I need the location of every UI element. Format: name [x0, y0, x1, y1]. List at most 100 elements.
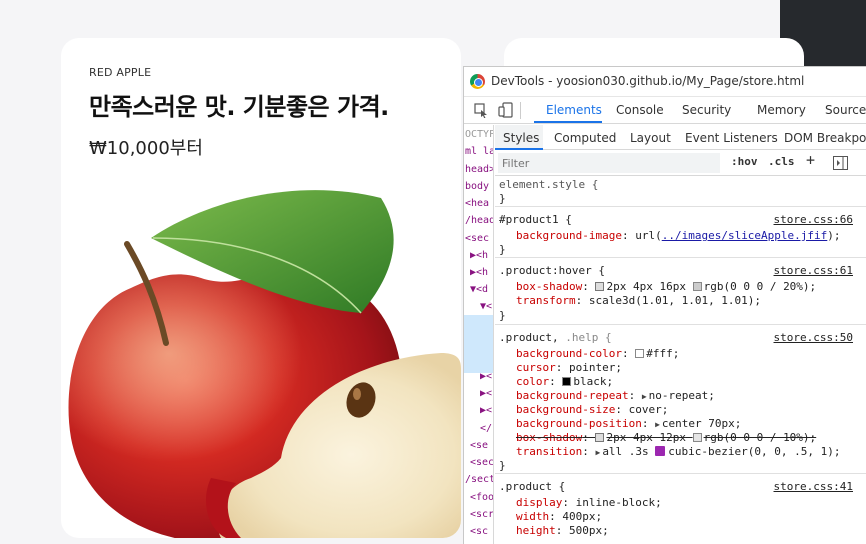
rule-element-style[interactable]: element.style { } — [495, 176, 866, 207]
rule-selector[interactable]: element.style { — [499, 178, 598, 192]
expand-triangle-icon[interactable]: ▶ — [642, 392, 647, 401]
css-declaration[interactable]: background-image: url(../images/sliceApp… — [516, 229, 841, 243]
css-declaration-overridden[interactable]: box-shadow: 2px 4px 12px rgb(0 0 0 / 10%… — [516, 431, 816, 445]
css-prop[interactable]: background-color — [516, 347, 622, 360]
css-prop[interactable]: transition — [516, 445, 582, 458]
subtab-layout[interactable]: Layout — [630, 131, 671, 145]
inspect-element-icon[interactable] — [473, 102, 489, 118]
css-declaration[interactable]: transition: ▶ all .3s cubic-bezier(0, 0, … — [516, 445, 840, 459]
css-prop[interactable]: background-size — [516, 403, 615, 416]
subtab-computed[interactable]: Computed — [554, 131, 616, 145]
css-declaration[interactable]: background-size: cover; — [516, 403, 668, 417]
device-toolbar-icon[interactable] — [498, 102, 514, 118]
css-prop[interactable]: display — [516, 496, 562, 509]
css-val[interactable]: center 70px; — [662, 417, 741, 430]
tree-line[interactable]: ▶<h — [470, 267, 488, 278]
tree-line[interactable]: OCTYP — [465, 129, 493, 140]
tree-line[interactable]: ▼< — [480, 301, 492, 312]
css-prop[interactable]: height — [516, 524, 556, 537]
tree-line[interactable]: head> — [465, 164, 493, 175]
css-val[interactable]: black; — [573, 375, 613, 388]
toggle-sidebar-icon[interactable] — [833, 156, 848, 170]
rule-source-link[interactable]: store.css:50 — [774, 331, 853, 345]
css-val[interactable]: inline-block; — [576, 496, 662, 509]
color-swatch-icon[interactable] — [635, 349, 645, 358]
shadow-editor-icon[interactable] — [595, 433, 605, 442]
css-declaration[interactable]: height: 500px; — [516, 524, 609, 538]
css-prop[interactable]: transform — [516, 294, 576, 307]
css-declaration[interactable]: display: inline-block; — [516, 496, 662, 510]
tree-line[interactable]: ▶< — [480, 371, 492, 382]
css-declaration[interactable]: background-position: ▶ center 70px; — [516, 417, 741, 431]
css-declaration[interactable]: color: black; — [516, 375, 613, 389]
tree-line[interactable]: <sc — [470, 526, 488, 537]
shadow-editor-icon[interactable] — [595, 282, 605, 291]
tree-line[interactable]: ▼<d — [470, 284, 488, 295]
css-val[interactable]: 2px 4px 12px — [606, 431, 685, 444]
tree-line[interactable]: <sec — [465, 233, 489, 244]
css-val[interactable]: url( — [635, 229, 662, 242]
css-val[interactable]: cover; — [629, 403, 669, 416]
selector-part[interactable]: .help { — [565, 331, 611, 344]
tree-line[interactable]: <scr — [470, 509, 493, 520]
css-val[interactable]: scale3d(1.01, 1.01, 1.01); — [589, 294, 761, 307]
css-val[interactable]: all .3s — [602, 445, 648, 458]
tab-memory[interactable]: Memory — [757, 103, 806, 117]
rule-product-help[interactable]: .product, .help { store.css:50 backgroun… — [495, 326, 866, 474]
css-prop[interactable]: width — [516, 510, 549, 523]
tree-line[interactable]: <sec — [470, 457, 493, 468]
tree-line[interactable]: <se — [470, 440, 488, 451]
subtab-dom-breakpoints[interactable]: DOM Breakpoints — [784, 131, 866, 145]
tree-line[interactable]: /sect — [465, 474, 493, 485]
rule-source-link[interactable]: store.css:61 — [774, 264, 853, 278]
cls-toggle[interactable]: .cls — [768, 155, 795, 168]
color-swatch-icon[interactable] — [692, 433, 702, 442]
rule-source-link[interactable]: store.css:41 — [774, 480, 853, 494]
css-declaration[interactable]: background-color: #fff; — [516, 347, 679, 361]
expand-triangle-icon[interactable]: ▶ — [595, 448, 600, 457]
rule-selector[interactable]: .product:hover { — [499, 264, 605, 278]
css-declaration[interactable]: transform: scale3d(1.01, 1.01, 1.01); — [516, 294, 761, 308]
tree-line[interactable]: <hea — [465, 198, 489, 209]
css-prop[interactable]: background-repeat — [516, 389, 629, 402]
tree-line[interactable]: ▶<h — [470, 250, 488, 261]
css-val[interactable]: no-repeat; — [649, 389, 715, 402]
product-card[interactable]: RED APPLE 만족스러운 맛. 기분좋은 가격. ₩10,000부터 — [61, 38, 461, 538]
css-val[interactable]: 2px 4px 16px — [606, 280, 685, 293]
tab-elements[interactable]: Elements — [546, 103, 602, 117]
css-declaration[interactable]: box-shadow: 2px 4px 16px rgb(0 0 0 / 20%… — [516, 280, 816, 294]
css-prop[interactable]: box-shadow — [516, 431, 582, 444]
css-val[interactable]: #fff; — [646, 347, 679, 360]
css-val[interactable]: rgb(0 0 0 / 10%); — [704, 431, 817, 444]
bezier-editor-icon[interactable] — [655, 446, 666, 456]
styles-filter-input[interactable] — [498, 153, 720, 173]
tree-line[interactable]: ▶< — [480, 388, 492, 399]
css-prop[interactable]: background-image — [516, 229, 622, 242]
devtools-window[interactable]: DevTools - yoosion030.github.io/My_Page/… — [463, 66, 866, 544]
hov-toggle[interactable]: :hov — [731, 155, 758, 168]
devtools-titlebar[interactable]: DevTools - yoosion030.github.io/My_Page/… — [464, 67, 866, 97]
color-swatch-icon[interactable] — [692, 282, 702, 291]
image-url-link[interactable]: ../images/sliceApple.jfif — [662, 229, 828, 242]
css-prop[interactable]: box-shadow — [516, 280, 582, 293]
rule-product1[interactable]: #product1 { store.css:66 background-imag… — [495, 208, 866, 258]
tree-line[interactable]: <foo — [470, 492, 493, 503]
css-prop[interactable]: color — [516, 375, 549, 388]
css-prop[interactable]: background-position — [516, 417, 642, 430]
rule-source-link[interactable]: store.css:66 — [774, 213, 853, 227]
tab-security[interactable]: Security — [682, 103, 731, 117]
css-val[interactable]: pointer; — [569, 361, 622, 374]
css-prop[interactable]: cursor — [516, 361, 556, 374]
css-declaration[interactable]: cursor: pointer; — [516, 361, 622, 375]
rule-selector[interactable]: .product { — [499, 480, 565, 494]
tree-line[interactable]: ▶< — [480, 405, 492, 416]
styles-pane[interactable]: Styles Computed Layout Event Listeners D… — [495, 125, 866, 544]
tab-sources[interactable]: Sources — [825, 103, 866, 117]
css-val[interactable]: 500px; — [569, 524, 609, 537]
rule-product[interactable]: .product { store.css:41 display: inline-… — [495, 475, 866, 544]
rule-selector[interactable]: #product1 { — [499, 213, 572, 227]
rule-product-hover[interactable]: .product:hover { store.css:61 box-shadow… — [495, 259, 866, 325]
css-declaration[interactable]: background-repeat: ▶ no-repeat; — [516, 389, 715, 403]
css-val[interactable]: rgb(0 0 0 / 20%); — [704, 280, 817, 293]
expand-triangle-icon[interactable]: ▶ — [655, 420, 660, 429]
